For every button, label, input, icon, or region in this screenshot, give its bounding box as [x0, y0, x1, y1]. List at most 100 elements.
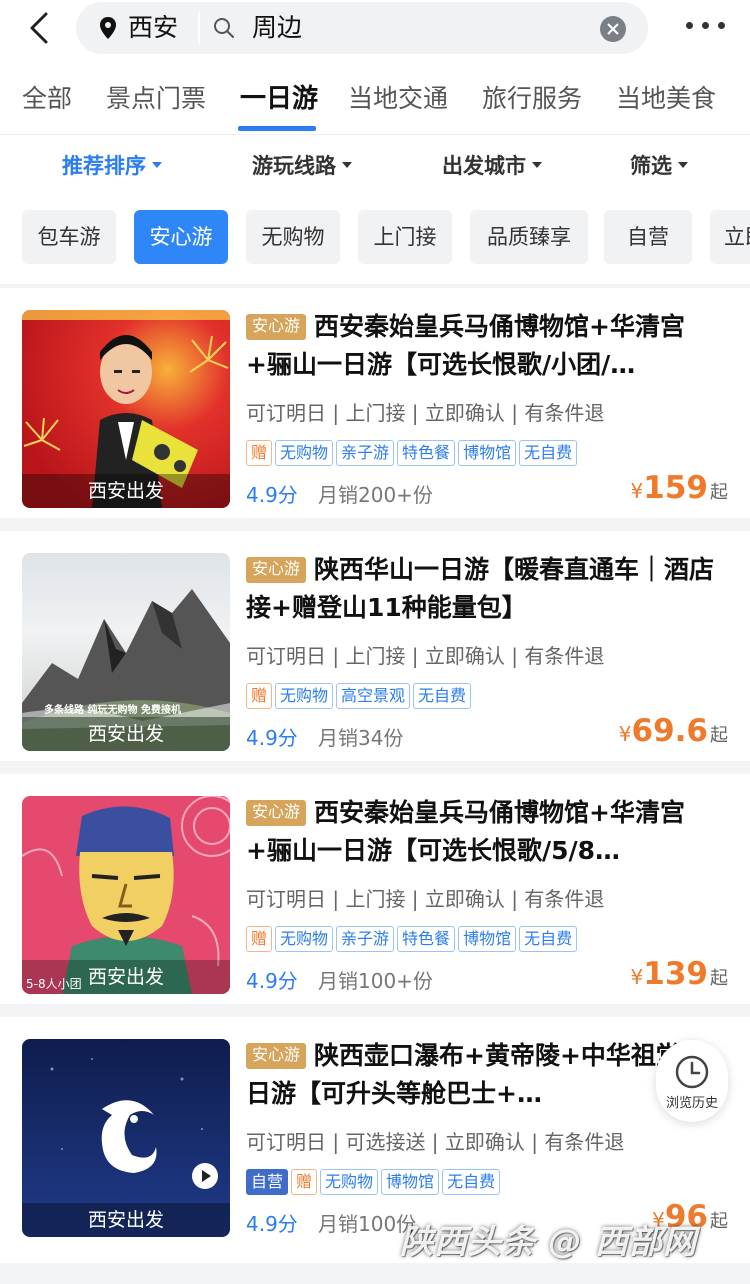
- price-value: 69.6: [631, 713, 709, 749]
- anxin-badge: 安心游: [246, 314, 307, 340]
- product-title[interactable]: 安心游 西安秦始皇兵马俑博物馆+华清宫+骊山一日游【可选长恨歌/5/8…: [246, 794, 730, 870]
- chip-premium[interactable]: 品质臻享: [470, 210, 588, 264]
- product-thumbnail: 西安出发: [22, 310, 230, 508]
- price-suffix: 起: [710, 1211, 728, 1232]
- chip-pickup[interactable]: 上门接: [358, 210, 452, 264]
- tag: 博物馆: [458, 926, 517, 952]
- sort-recommended[interactable]: 推荐排序: [62, 151, 162, 181]
- product-thumbnail: 西安出发 5-8人小团: [22, 796, 230, 994]
- product-card[interactable]: 多条线路 纯玩无购物 免费接机 西安出发 安心游 陕西华山一日游【暖春直通车｜酒店…: [0, 531, 750, 761]
- monthly-sales: 月销100+份: [318, 969, 433, 993]
- active-tab-indicator: [238, 126, 316, 131]
- currency-symbol: ¥: [630, 479, 644, 503]
- category-tabs: 全部 景点门票 一日游 当地交通 旅行服务 当地美食: [0, 62, 750, 134]
- chip-charter[interactable]: 包车游: [22, 210, 116, 264]
- product-title[interactable]: 安心游 西安秦始皇兵马俑博物馆+华清宫+骊山一日游【可选长恨歌/小团/…: [246, 308, 730, 384]
- tab-local-food[interactable]: 当地美食: [616, 82, 716, 116]
- search-divider: [198, 12, 200, 44]
- tab-travel-services[interactable]: 旅行服务: [482, 82, 582, 116]
- anxin-badge: 安心游: [246, 1043, 307, 1069]
- product-title[interactable]: 安心游 陕西华山一日游【暖春直通车｜酒店接+赠登山11种能量包】: [246, 551, 730, 627]
- location-pin-icon: [98, 16, 118, 40]
- tag: 亲子游: [336, 440, 395, 466]
- anxin-badge: 安心游: [246, 800, 307, 826]
- chevron-down-icon: [152, 162, 162, 168]
- filter-chips: 包车游 安心游 无购物 上门接 品质臻享 自营 立即: [0, 196, 750, 284]
- clear-search-icon[interactable]: [600, 16, 626, 42]
- tag-self-operated: 自营: [246, 1169, 289, 1195]
- price-suffix: 起: [710, 725, 728, 746]
- sort-filter[interactable]: 筛选: [630, 151, 688, 181]
- tag: 高空景观: [336, 683, 411, 709]
- search-input[interactable]: 周边: [252, 12, 302, 44]
- tag: 无购物: [275, 683, 334, 709]
- city-selector[interactable]: 西安: [128, 12, 178, 44]
- sort-route[interactable]: 游玩线路: [252, 151, 352, 181]
- tag: 无购物: [320, 1169, 379, 1195]
- chevron-down-icon: [678, 162, 688, 168]
- clock-icon: [675, 1055, 709, 1089]
- rating-score: 4.9分: [246, 726, 298, 750]
- thumbnail-caption: 多条线路 纯玩无购物 免费接机: [44, 703, 181, 716]
- tab-day-tour[interactable]: 一日游: [240, 82, 318, 116]
- group-size-caption: 5-8人小团: [26, 977, 82, 991]
- tab-all[interactable]: 全部: [22, 82, 72, 116]
- sort-label: 筛选: [630, 154, 672, 178]
- product-title-text: 西安秦始皇兵马俑博物馆+华清宫+骊山一日游【可选长恨歌/小团/…: [246, 312, 685, 379]
- chip-no-shopping[interactable]: 无购物: [246, 210, 340, 264]
- tag: 无购物: [275, 440, 334, 466]
- rating-score: 4.9分: [246, 969, 298, 993]
- browse-history-button[interactable]: 浏览历史: [656, 1040, 728, 1122]
- product-tags: 赠无购物 高空景观 无自费: [246, 683, 474, 709]
- browse-history-label: 浏览历史: [665, 1096, 718, 1111]
- sort-label: 出发城市: [442, 154, 526, 178]
- sort-departure-city[interactable]: 出发城市: [442, 151, 542, 181]
- search-icon: [212, 16, 236, 40]
- tag: 无购物: [275, 926, 334, 952]
- product-title-text: 陕西壶口瀑布+黄帝陵+中华祖堂一日游【可升头等舱巴士+…: [246, 1041, 706, 1108]
- tag: 亲子游: [336, 926, 395, 952]
- watermark: 陕西头条 @ 西部网: [400, 1222, 697, 1261]
- price-suffix: 起: [710, 482, 728, 503]
- play-video-icon[interactable]: [192, 1163, 218, 1189]
- tag: 无自费: [442, 1169, 501, 1195]
- departure-label: 西安出发: [22, 717, 230, 751]
- rating-score: 4.9分: [246, 1212, 298, 1236]
- product-features: 可订明日 | 上门接 | 立即确认 | 有条件退: [246, 401, 605, 425]
- product-thumbnail: 西安出发: [22, 1039, 230, 1237]
- product-features: 可订明日 | 上门接 | 立即确认 | 有条件退: [246, 644, 605, 668]
- anxin-badge: 安心游: [246, 557, 307, 583]
- tag: 无自费: [519, 440, 578, 466]
- tab-tickets[interactable]: 景点门票: [106, 82, 206, 116]
- chevron-down-icon: [342, 162, 352, 168]
- currency-symbol: ¥: [630, 965, 644, 989]
- rating-score: 4.9分: [246, 483, 298, 507]
- product-price: ¥69.6 起: [619, 713, 728, 749]
- product-price: ¥159 起: [631, 470, 728, 506]
- product-tags: 赠无购物 亲子游 特色餐 博物馆 无自费: [246, 926, 580, 952]
- back-arrow-icon[interactable]: [22, 10, 58, 46]
- tag-gift: 赠: [246, 926, 273, 952]
- chip-self-operated[interactable]: 自营: [604, 210, 692, 264]
- tag: 特色餐: [397, 926, 456, 952]
- tag: 博物馆: [381, 1169, 440, 1195]
- product-price: ¥139 起: [631, 956, 728, 992]
- monthly-sales: 月销34份: [318, 726, 404, 750]
- departure-label: 西安出发: [22, 1203, 230, 1237]
- tab-local-transport[interactable]: 当地交通: [348, 82, 448, 116]
- more-options-icon[interactable]: [686, 22, 726, 32]
- currency-symbol: ¥: [618, 722, 632, 746]
- tag: 特色餐: [397, 440, 456, 466]
- search-bar[interactable]: 西安 周边: [76, 2, 648, 54]
- departure-label: 西安出发: [22, 474, 230, 508]
- chip-instant[interactable]: 立即: [710, 210, 750, 264]
- monthly-sales: 月销200+份: [318, 483, 433, 507]
- product-card[interactable]: 西安出发 5-8人小团 安心游 西安秦始皇兵马俑博物馆+华清宫+骊山一日游【可选长…: [0, 774, 750, 1004]
- product-tags: 赠无购物 亲子游 特色餐 博物馆 无自费: [246, 440, 580, 466]
- top-bar: 西安 周边: [0, 0, 750, 62]
- product-features: 可订明日 | 可选接送 | 立即确认 | 有条件退: [246, 1130, 625, 1154]
- product-card[interactable]: 西安出发 安心游 西安秦始皇兵马俑博物馆+华清宫+骊山一日游【可选长恨歌/小团/……: [0, 288, 750, 518]
- chip-anxin[interactable]: 安心游: [134, 210, 228, 264]
- sort-label: 游玩线路: [252, 154, 336, 178]
- product-tags: 自营赠无购物 博物馆 无自费: [246, 1169, 503, 1195]
